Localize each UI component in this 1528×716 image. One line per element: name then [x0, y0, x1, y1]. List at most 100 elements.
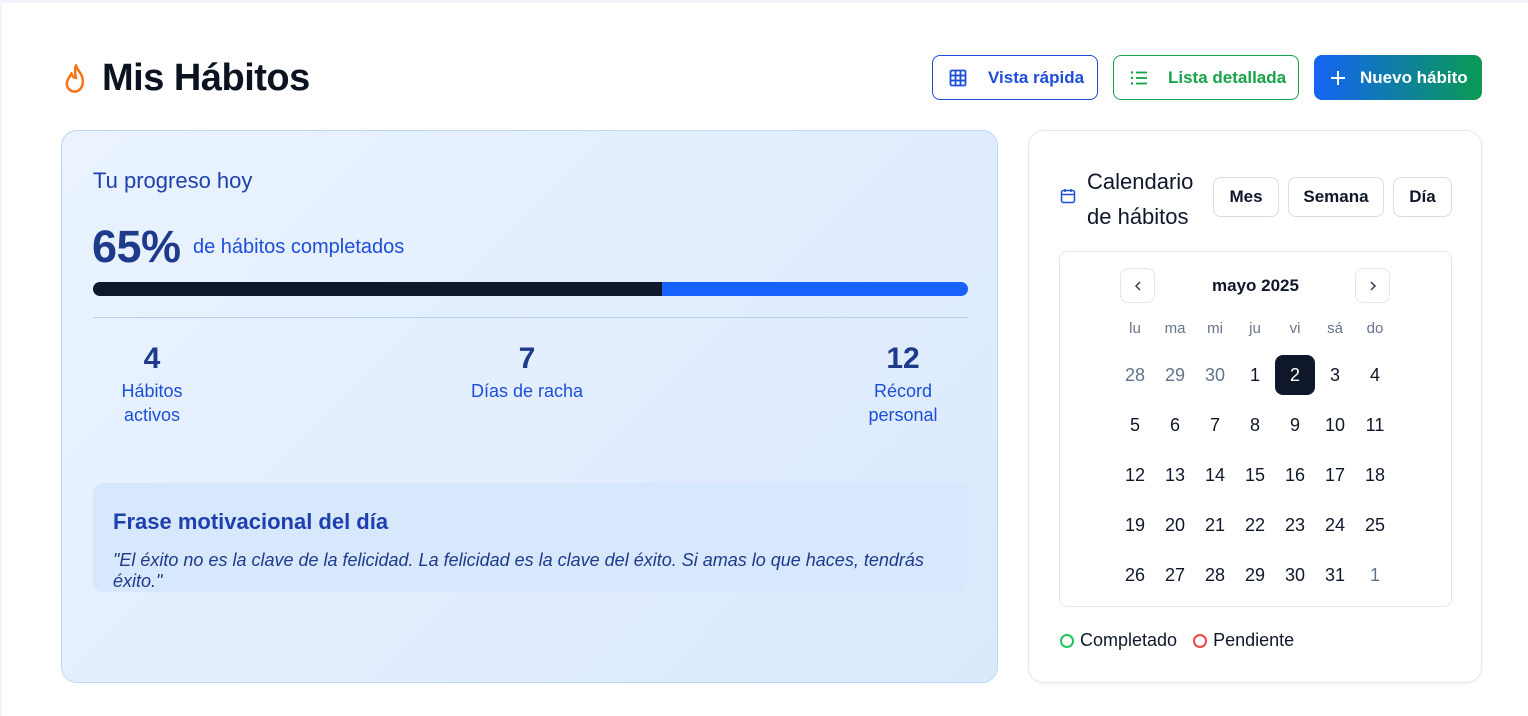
- weekday-label: vi: [1289, 320, 1301, 337]
- day-number: 30: [1204, 364, 1226, 385]
- weekday-label: lu: [1129, 320, 1141, 337]
- day-grid: 28 29 30 1 2 3 4 5 6 7 8 9 10 11 12 13 14 15 16 17 18 19 20 21 2…: [1115, 350, 1395, 600]
- progress-card: Tu progreso hoy 65% de hábitos completad…: [61, 130, 998, 683]
- weekday-label: do: [1366, 320, 1384, 337]
- legend-completed: Completado: [1060, 630, 1177, 651]
- calendar-day[interactable]: 7: [1195, 400, 1235, 450]
- day-number: 14: [1204, 464, 1226, 485]
- day-number: 27: [1164, 564, 1186, 585]
- title-wrap: Mis Hábitos: [62, 57, 310, 100]
- day-number: 15: [1244, 464, 1266, 485]
- progress-percent-label: de hábitos completados: [193, 236, 405, 258]
- legend-label: Pendiente: [1213, 630, 1295, 650]
- day-number: 29: [1164, 364, 1186, 385]
- calendar-day[interactable]: 31: [1315, 550, 1355, 600]
- calendar-day[interactable]: 1: [1235, 350, 1275, 400]
- calendar-day[interactable]: 28: [1115, 350, 1155, 400]
- day-number: 31: [1324, 564, 1346, 585]
- progress-bar: [93, 282, 968, 296]
- weekday-label: mi: [1207, 320, 1223, 337]
- calendar-day[interactable]: 6: [1155, 400, 1195, 450]
- month-calendar: mayo 2025 lu ma mi ju vi sá do 28 29 30 1 2 3…: [1059, 251, 1452, 607]
- day-number: 28: [1204, 564, 1226, 585]
- stat-label: Días de racha: [470, 381, 584, 401]
- chevron-left-icon: [1134, 280, 1141, 291]
- next-month-button[interactable]: [1355, 268, 1390, 303]
- calendar-day[interactable]: 16: [1275, 450, 1315, 500]
- day-number: 18: [1364, 464, 1386, 485]
- calendar-icon: [1060, 189, 1076, 204]
- calendar-day[interactable]: 25: [1355, 500, 1395, 550]
- calendar-day[interactable]: 30: [1195, 350, 1235, 400]
- calendar-day[interactable]: 8: [1235, 400, 1275, 450]
- calendar-day[interactable]: 9: [1275, 400, 1315, 450]
- calendar-day[interactable]: 15: [1235, 450, 1275, 500]
- calendar-day[interactable]: 4: [1355, 350, 1395, 400]
- calendar-day[interactable]: 10: [1315, 400, 1355, 450]
- detailed-list-button[interactable]: Lista detallada: [1113, 55, 1299, 100]
- progress-percent: 65%: [92, 221, 181, 272]
- calendar-day[interactable]: 24: [1315, 500, 1355, 550]
- calendar-day[interactable]: 11: [1355, 400, 1395, 450]
- calendar-legend: Completado Pendiente: [1060, 630, 1310, 651]
- pending-dot-icon: [1193, 633, 1208, 648]
- day-number: 30: [1284, 564, 1306, 585]
- day-number: 24: [1324, 514, 1346, 535]
- calendar-day[interactable]: 20: [1155, 500, 1195, 550]
- legend-pending: Pendiente: [1193, 630, 1294, 651]
- calendar-day[interactable]: 22: [1235, 500, 1275, 550]
- day-number: 17: [1324, 464, 1346, 485]
- day-number: 1: [1249, 364, 1260, 385]
- day-number: 5: [1129, 414, 1140, 435]
- calendar-card: Calendario de hábitos Mes Semana Día may…: [1028, 130, 1482, 683]
- quick-view-button[interactable]: Vista rápida: [932, 55, 1098, 100]
- detailed-list-label: Lista detallada: [1168, 67, 1287, 87]
- day-number: 2: [1275, 355, 1315, 395]
- day-number: 6: [1169, 414, 1180, 435]
- new-habit-button[interactable]: Nuevo hábito: [1314, 55, 1482, 100]
- day-number: 29: [1244, 564, 1266, 585]
- weekday-label: ju: [1249, 320, 1261, 337]
- calendar-day-selected[interactable]: 2: [1275, 350, 1315, 400]
- calendar-day[interactable]: 12: [1115, 450, 1155, 500]
- view-week-button[interactable]: Semana: [1288, 177, 1384, 217]
- month-label: mayo 2025: [1212, 276, 1299, 295]
- day-number: 19: [1124, 514, 1146, 535]
- calendar-day[interactable]: 19: [1115, 500, 1155, 550]
- view-day-button[interactable]: Día: [1393, 177, 1452, 217]
- calendar-day[interactable]: 5: [1115, 400, 1155, 450]
- calendar-day[interactable]: 14: [1195, 450, 1235, 500]
- prev-month-button[interactable]: [1120, 268, 1155, 303]
- stat-label: Hábitos activos: [121, 381, 183, 425]
- day-number: 4: [1369, 364, 1380, 385]
- stat-personal-record: 12 Récord personal: [838, 341, 968, 427]
- day-number: 10: [1324, 414, 1346, 435]
- calendar-day[interactable]: 21: [1195, 500, 1235, 550]
- divider: [93, 317, 968, 318]
- calendar-day[interactable]: 27: [1155, 550, 1195, 600]
- calendar-day[interactable]: 29: [1155, 350, 1195, 400]
- stat-value: 12: [886, 342, 920, 375]
- stat-active-habits: 4 Hábitos activos: [93, 341, 211, 427]
- calendar-day[interactable]: 1: [1355, 550, 1395, 600]
- page-title: Mis Hábitos: [102, 57, 310, 99]
- calendar-day[interactable]: 26: [1115, 550, 1155, 600]
- calendar-day[interactable]: 13: [1155, 450, 1195, 500]
- calendar-day[interactable]: 28: [1195, 550, 1235, 600]
- day-number: 23: [1284, 514, 1306, 535]
- plus-icon: [1331, 70, 1345, 85]
- view-month-button[interactable]: Mes: [1213, 177, 1279, 217]
- day-number: 13: [1164, 464, 1186, 485]
- calendar-day[interactable]: 18: [1355, 450, 1395, 500]
- progress-title: Tu progreso hoy: [93, 168, 253, 193]
- calendar-day[interactable]: 30: [1275, 550, 1315, 600]
- calendar-day[interactable]: 29: [1235, 550, 1275, 600]
- calendar-day[interactable]: 3: [1315, 350, 1355, 400]
- grid-icon: [949, 69, 967, 86]
- weekday-header: lu ma mi ju vi sá do: [1115, 320, 1395, 337]
- day-number: 25: [1364, 514, 1386, 535]
- calendar-day[interactable]: 17: [1315, 450, 1355, 500]
- quote-text: "El éxito no es la clave de la felicidad…: [113, 550, 924, 591]
- page-header: Mis Hábitos Vista rápida Lista detallada…: [62, 55, 1482, 101]
- calendar-day[interactable]: 23: [1275, 500, 1315, 550]
